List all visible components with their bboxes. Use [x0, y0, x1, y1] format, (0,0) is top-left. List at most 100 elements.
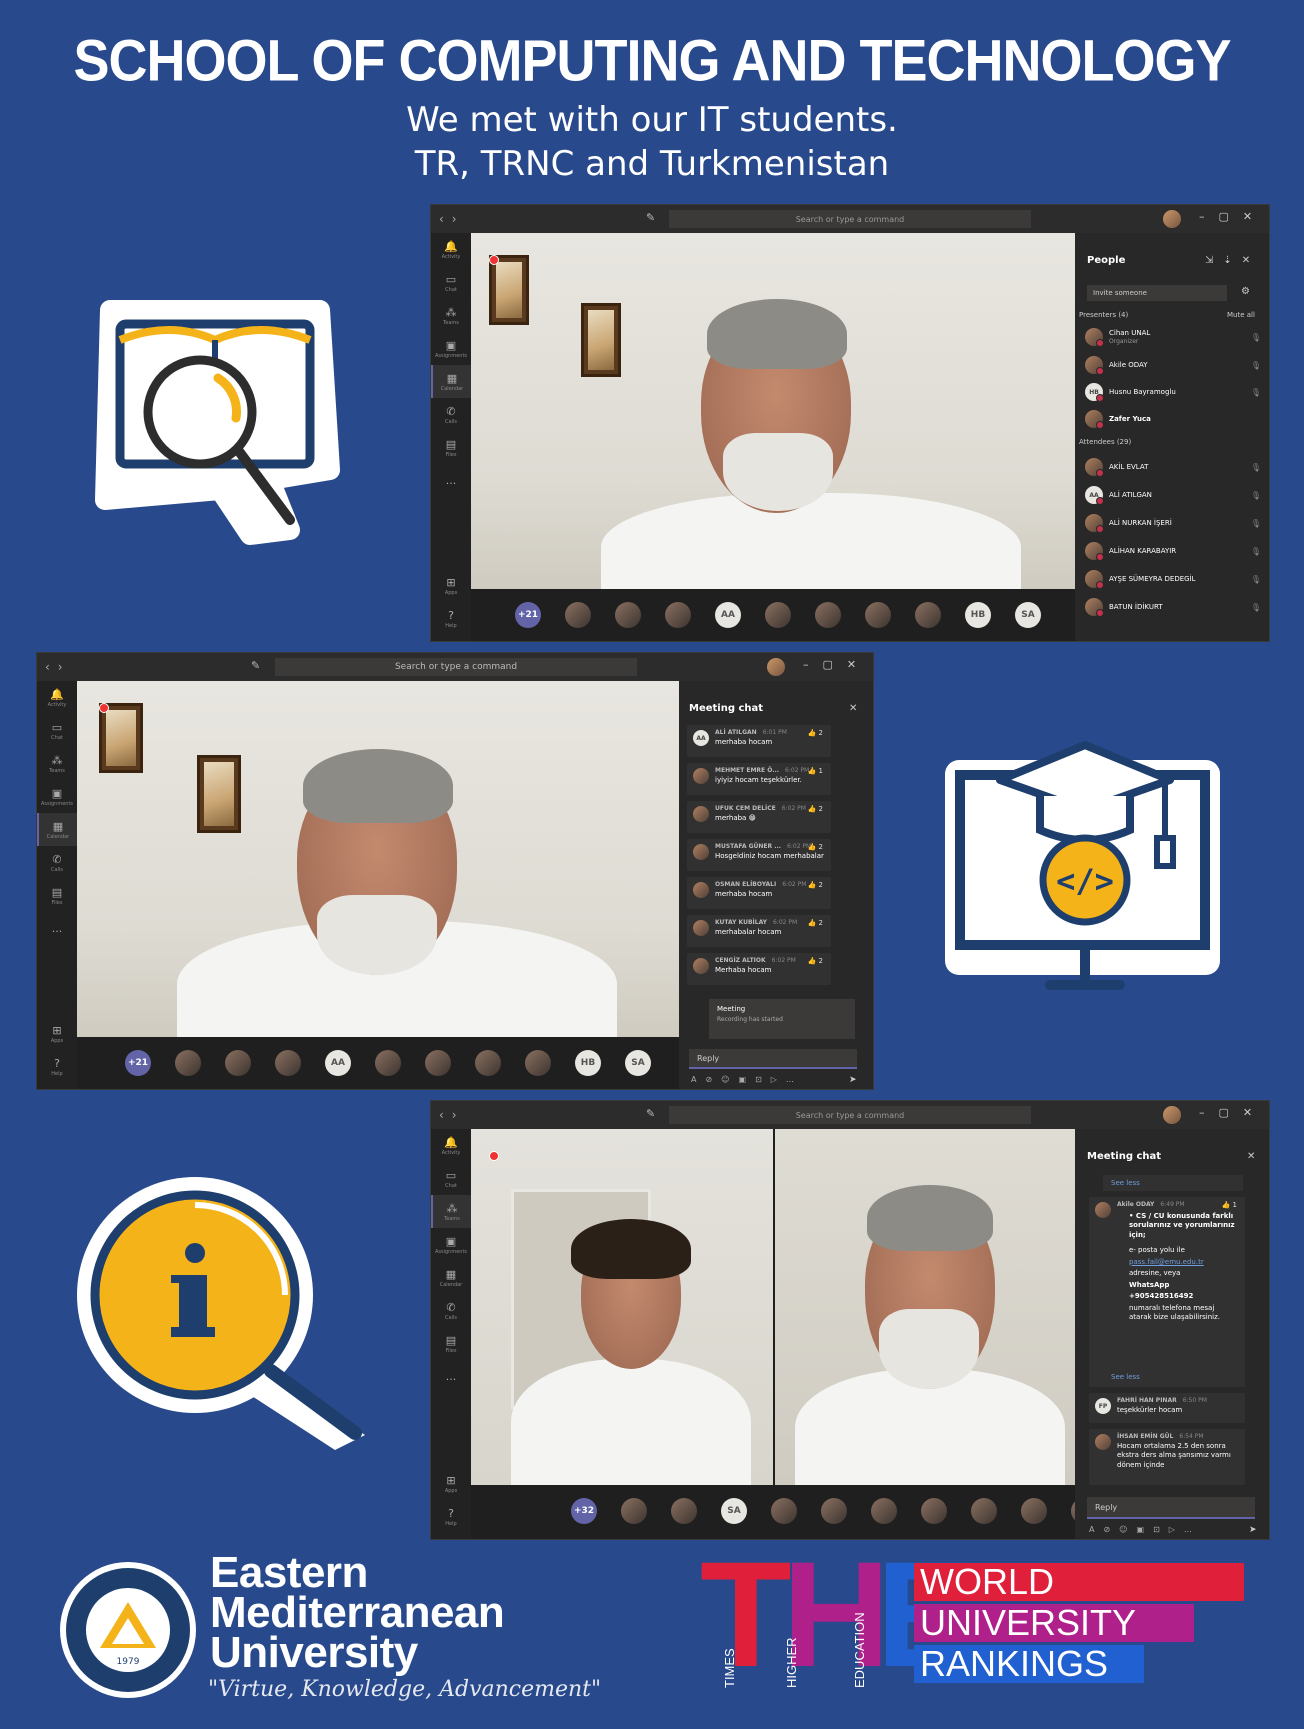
like-icon[interactable]: 👍 2 [808, 729, 823, 737]
invite-input[interactable]: Invite someone [1087, 285, 1227, 301]
mic-off-icon[interactable]: 🎙 [1251, 603, 1261, 612]
reply-input[interactable]: Reply [1087, 1497, 1255, 1519]
like-icon[interactable]: 👍 2 [808, 805, 823, 813]
participant-avatar[interactable] [821, 1498, 847, 1524]
participant-avatar[interactable] [971, 1498, 997, 1524]
chat-message[interactable]: FP FAHRİ HAN PINAR 6:50 PM teşekkürler hoca… [1089, 1393, 1245, 1423]
rail-files[interactable]: ▤ Files [431, 1327, 471, 1360]
participant-row[interactable]: ALİHAN KARABAYIR 🎙 [1085, 539, 1261, 563]
participant-avatar[interactable] [871, 1498, 897, 1524]
send-icon[interactable]: ➤ [849, 1075, 857, 1085]
like-icon[interactable]: 👍 2 [808, 843, 823, 851]
participant-avatar[interactable] [225, 1050, 251, 1076]
participant-avatar[interactable] [771, 1498, 797, 1524]
rail-calendar[interactable]: ▦ Calendar [37, 813, 77, 846]
window-controls[interactable]: –▢✕ [1199, 1106, 1266, 1119]
chat-message[interactable]: UFUK CEM DELİCE 6:02 PM merhaba 😁 👍 2 [687, 801, 831, 833]
participant-avatar[interactable] [425, 1050, 451, 1076]
participant-avatar[interactable] [815, 602, 841, 628]
participant-row[interactable]: HB Husnu Bayramoglu 🎙 [1085, 380, 1261, 404]
email-link[interactable]: pass.fail@emu.edu.tr [1117, 1258, 1239, 1267]
participant-avatar[interactable]: HB [965, 602, 991, 628]
rail-assignments[interactable]: ▣ Assignments [37, 780, 77, 813]
rail-more[interactable]: ... [431, 1360, 471, 1393]
participant-row[interactable]: ALİ NURKAN İŞERİ 🎙 [1085, 511, 1261, 535]
chat-message[interactable]: MUSTAFA GÜNER ... 6:02 PM Hosgeldiniz hoca… [687, 839, 831, 871]
rail-calls[interactable]: ✆ Calls [431, 1294, 471, 1327]
participant-avatar[interactable] [475, 1050, 501, 1076]
like-icon[interactable]: 👍 2 [808, 919, 823, 927]
user-avatar[interactable] [767, 658, 785, 676]
participant-avatar[interactable] [275, 1050, 301, 1076]
participant-avatar[interactable]: AA [325, 1050, 351, 1076]
chat-message[interactable]: Akile ODAY 6:49 PM 👍 1 • CS / CU konusund… [1089, 1197, 1245, 1387]
rail-files[interactable]: ▤ Files [431, 431, 471, 464]
chat-message[interactable]: CENGİZ ALTIOK 6:02 PM Merhaba hocam 👍 2 [687, 953, 831, 985]
nav-arrows[interactable]: ‹› [45, 660, 85, 674]
participant-row[interactable]: Cihan UNAL Organizer 🎙 [1085, 325, 1261, 349]
rail-teams[interactable]: ⁂ Teams [37, 747, 77, 780]
rail-chat[interactable]: ▭ Chat [431, 1162, 471, 1195]
like-icon[interactable]: 👍 1 [808, 767, 823, 775]
compose-icon[interactable]: ✎ [646, 211, 655, 224]
mic-off-icon[interactable]: 🎙 [1251, 361, 1261, 370]
participant-avatar[interactable]: SA [625, 1050, 651, 1076]
participant-avatar[interactable] [615, 602, 641, 628]
mic-off-icon[interactable]: 🎙 [1251, 575, 1261, 584]
participant-row[interactable]: Akile ODAY 🎙 [1085, 353, 1261, 377]
participant-avatar[interactable] [525, 1050, 551, 1076]
rail-activity[interactable]: 🔔 Activity [431, 1129, 471, 1162]
like-icon[interactable]: 👍 2 [808, 881, 823, 889]
chat-message[interactable]: İHSAN EMİN GÜL 6:54 PM Hocam ortalama 2.5 … [1089, 1429, 1245, 1485]
participant-avatar[interactable] [1021, 1498, 1047, 1524]
participant-avatar[interactable] [671, 1498, 697, 1524]
presenters-header[interactable]: Presenters (4) [1079, 311, 1128, 319]
participant-avatar[interactable]: SA [1015, 602, 1041, 628]
close-icon[interactable]: ✕ [1247, 1151, 1255, 1162]
compose-icon[interactable]: ✎ [251, 659, 260, 672]
settings-icon[interactable]: ⚙ [1241, 286, 1250, 297]
participant-avatar[interactable]: SA [721, 1498, 747, 1524]
rail-chat[interactable]: ▭ Chat [431, 266, 471, 299]
participant-avatar[interactable] [665, 602, 691, 628]
participant-avatar[interactable] [921, 1498, 947, 1524]
more-participants[interactable]: +21 [515, 602, 541, 628]
rail-calendar[interactable]: ▦ Calendar [431, 365, 471, 398]
rail-assignments[interactable]: ▣ Assignments [431, 332, 471, 365]
close-icon[interactable]: ✕ [849, 703, 857, 714]
panel-actions[interactable]: ⇲⇣✕ [1205, 255, 1260, 266]
participant-row[interactable]: AA ALİ ATILGAN 🎙 [1085, 483, 1261, 507]
rail-chat[interactable]: ▭ Chat [37, 714, 77, 747]
compose-toolbar[interactable]: A⊘☺▣⊡▷… [691, 1075, 803, 1084]
rail-apps[interactable]: ⊞ Apps [431, 1467, 471, 1500]
user-avatar[interactable] [1163, 1106, 1181, 1124]
see-less-link-bottom[interactable]: See less [1103, 1369, 1243, 1385]
send-icon[interactable]: ➤ [1249, 1525, 1257, 1535]
nav-arrows[interactable]: ‹› [439, 1108, 479, 1122]
rail-calls[interactable]: ✆ Calls [431, 398, 471, 431]
rail-files[interactable]: ▤ Files [37, 879, 77, 912]
like-icon[interactable]: 👍 2 [808, 957, 823, 965]
user-avatar[interactable] [1163, 210, 1181, 228]
participant-row[interactable]: BATUN İDİKURT 🎙 [1085, 595, 1261, 619]
like-icon[interactable]: 👍 1 [1222, 1201, 1237, 1209]
window-controls[interactable]: –▢✕ [803, 658, 870, 671]
search-input[interactable]: Search or type a command [669, 210, 1031, 228]
mic-off-icon[interactable]: 🎙 [1251, 519, 1261, 528]
see-less-link[interactable]: See less [1103, 1175, 1243, 1191]
search-input[interactable]: Search or type a command [275, 658, 637, 676]
participant-row[interactable]: AYŞE SÜMEYRA DEDEGİL 🎙 [1085, 567, 1261, 591]
participant-avatar[interactable] [375, 1050, 401, 1076]
attendees-header[interactable]: Attendees (29) [1079, 438, 1131, 446]
rail-teams[interactable]: ⁂ Teams [431, 299, 471, 332]
compose-icon[interactable]: ✎ [646, 1107, 655, 1120]
participant-avatar[interactable] [865, 602, 891, 628]
rail-calls[interactable]: ✆ Calls [37, 846, 77, 879]
rail-help[interactable]: ? Help [431, 602, 471, 635]
rail-assignments[interactable]: ▣ Assignments [431, 1228, 471, 1261]
reply-input[interactable]: Reply [689, 1049, 857, 1069]
participant-avatar[interactable] [915, 602, 941, 628]
participant-avatar[interactable] [765, 602, 791, 628]
participant-avatar[interactable]: HB [575, 1050, 601, 1076]
chat-message[interactable]: OSMAN ELİBOYALI 6:02 PM merhaba hocam 👍 2 [687, 877, 831, 909]
